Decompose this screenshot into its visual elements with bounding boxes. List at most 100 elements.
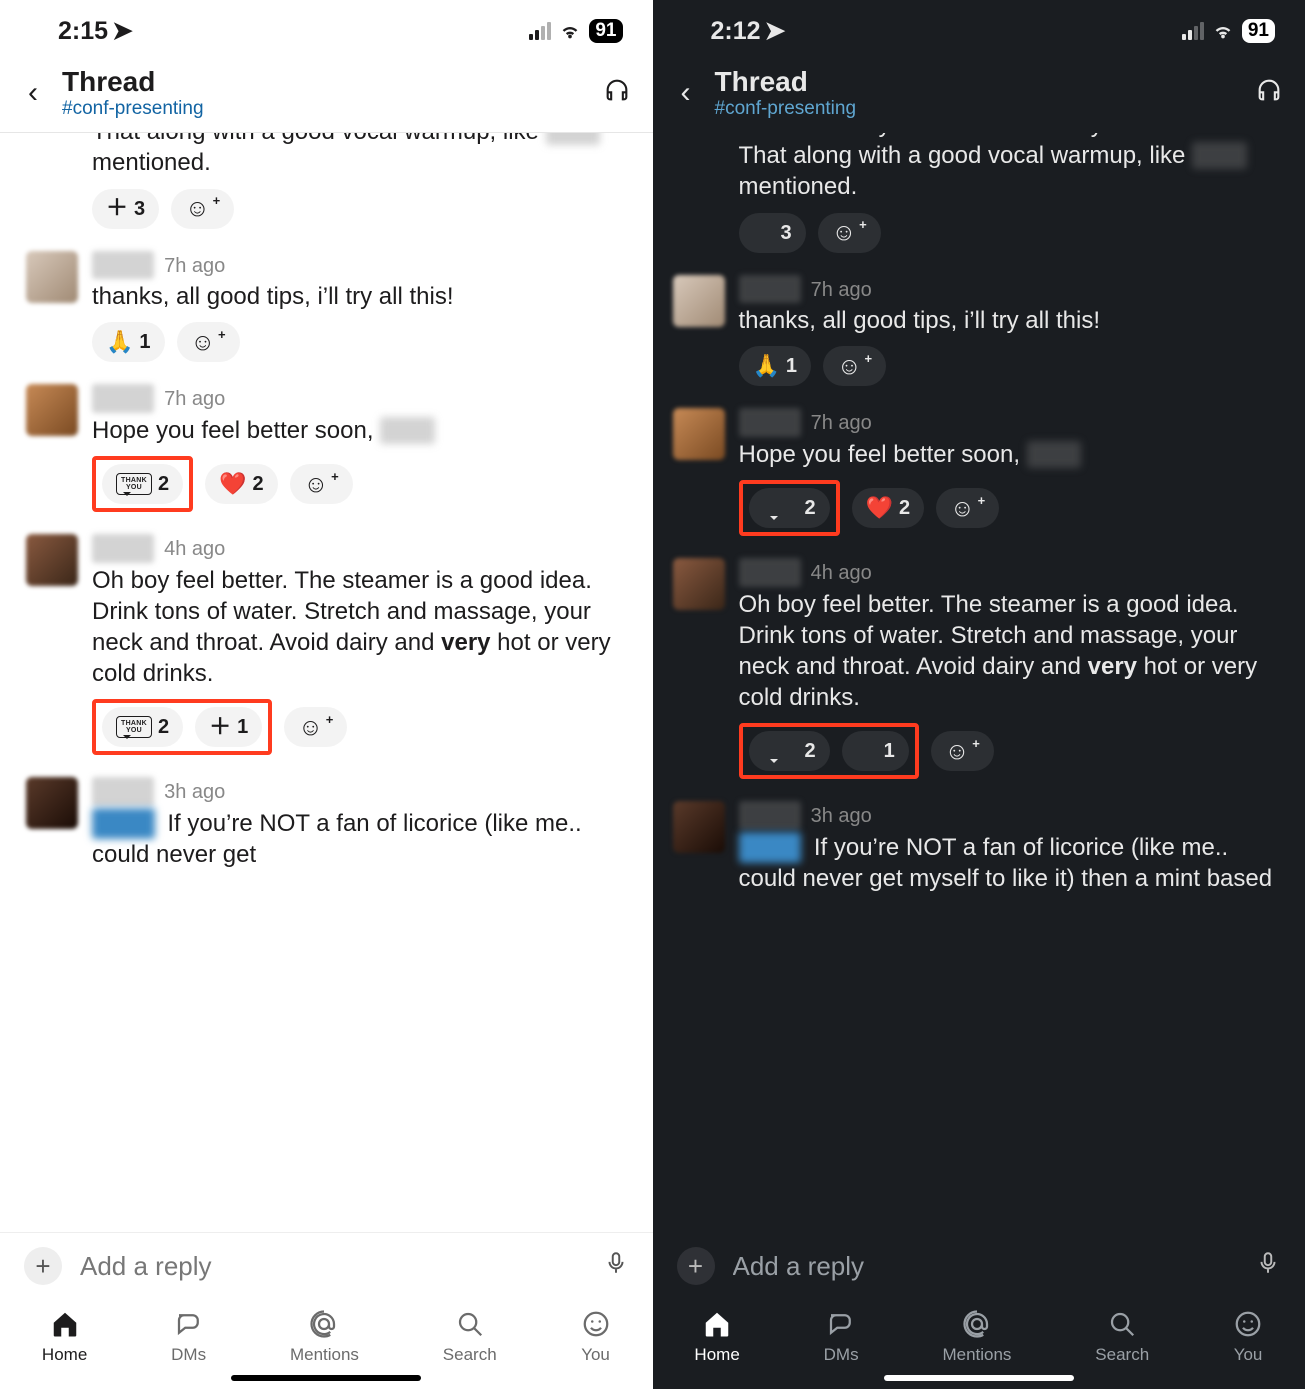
add-reaction-button[interactable]: ☺+ [171, 189, 234, 229]
attach-button[interactable]: + [24, 1247, 62, 1285]
reaction-plus[interactable]: ＋1 [842, 731, 909, 771]
tab-label: Mentions [290, 1345, 359, 1365]
reaction-emoji[interactable]: ❤️2 [852, 488, 925, 528]
reply-input[interactable] [733, 1251, 1238, 1282]
reactions-row: THANKYOU2 ＋1 ☺+ [92, 699, 633, 755]
tab-label: DMs [171, 1345, 206, 1365]
emoji-icon: ❤️ [866, 494, 893, 523]
reaction-plus[interactable]: ＋3 [739, 213, 806, 253]
thread-header: ‹ Thread #conf-presenting [653, 62, 1305, 133]
add-reaction-button[interactable]: ☺+ [931, 731, 994, 771]
message: .7h agothanks, all good tips, i’ll try a… [0, 241, 653, 375]
reply-input[interactable] [80, 1251, 585, 1282]
tab-mentions[interactable]: Mentions [290, 1307, 359, 1365]
username[interactable]: . [739, 558, 801, 587]
back-button[interactable]: ‹ [22, 74, 44, 112]
avatar[interactable] [26, 384, 78, 436]
reaction-emoji[interactable]: 🙏1 [739, 346, 812, 386]
tab-you[interactable]: You [581, 1307, 611, 1365]
message: .4h agoOh boy feel better. The steamer i… [653, 548, 1305, 791]
search-icon [1107, 1307, 1137, 1341]
huddle-button[interactable] [603, 76, 631, 111]
tab-home[interactable]: Home [42, 1307, 87, 1365]
tab-home[interactable]: Home [694, 1307, 739, 1365]
tab-search[interactable]: Search [1095, 1307, 1149, 1365]
channel-link[interactable]: #conf-presenting [62, 98, 585, 120]
reaction-emoji[interactable]: ❤️2 [205, 464, 278, 504]
avatar[interactable] [26, 534, 78, 586]
timestamp: 7h ago [164, 253, 225, 279]
tab-you[interactable]: You [1233, 1307, 1263, 1365]
smile-icon: ☺ [185, 193, 210, 224]
plus-icon: ＋ [209, 713, 231, 742]
mention-chip[interactable]: . [739, 832, 802, 863]
tab-mentions[interactable]: Mentions [942, 1307, 1011, 1365]
username[interactable]: . [739, 275, 801, 304]
reactions-row: THANKYOU2 ❤️2 ☺+ [92, 456, 633, 512]
mention-chip[interactable]: . [92, 808, 155, 839]
avatar[interactable] [673, 275, 725, 327]
you-icon [1233, 1307, 1263, 1341]
message-text: Hope you feel better soon, . [739, 439, 1286, 470]
tab-search[interactable]: Search [443, 1307, 497, 1365]
tab-dms[interactable]: DMs [824, 1307, 859, 1365]
add-reaction-button[interactable]: ☺+ [823, 346, 886, 386]
status-bar: 2:12➤ 91 [653, 0, 1305, 62]
reaction-plus[interactable]: ＋1 [195, 707, 262, 747]
reaction-emoji[interactable]: 🙏1 [92, 322, 165, 362]
avatar[interactable] [26, 251, 78, 303]
add-reaction-button[interactable]: ☺+ [936, 488, 999, 528]
mic-button[interactable] [603, 1250, 629, 1283]
timestamp: 7h ago [811, 410, 872, 436]
reaction-thank-you[interactable]: THANKYOU2 [102, 707, 183, 747]
home-icon [50, 1307, 80, 1341]
username[interactable]: . [92, 384, 154, 413]
username[interactable]: . [92, 251, 154, 280]
tab-label: DMs [824, 1345, 859, 1365]
redacted-text: . [1027, 441, 1082, 468]
message: . 3h ago . If you’re NOT a fan of licorice… [0, 767, 653, 874]
username[interactable]: . [739, 408, 801, 437]
attach-button[interactable]: + [677, 1247, 715, 1285]
message-list[interactable]: a ton of honey when I blew out my voice … [0, 133, 653, 1232]
username[interactable]: . [92, 534, 154, 563]
you-icon [581, 1307, 611, 1341]
mic-button[interactable] [1255, 1250, 1281, 1283]
avatar[interactable] [673, 558, 725, 610]
huddle-button[interactable] [1255, 76, 1283, 111]
add-reaction-button[interactable]: ☺+ [177, 322, 240, 362]
timestamp: 7h ago [811, 277, 872, 303]
message-text: . If you’re NOT a fan of licorice (like … [92, 808, 633, 870]
reaction-thank-you[interactable]: THANKYOU2 [749, 488, 830, 528]
tab-dms[interactable]: DMs [171, 1307, 206, 1365]
cellular-icon [1182, 22, 1204, 40]
reaction-plus[interactable]: ＋3 [92, 189, 159, 229]
back-button[interactable]: ‹ [675, 74, 697, 112]
highlight-box: THANKYOU2 [92, 456, 193, 512]
avatar[interactable] [673, 408, 725, 460]
username[interactable]: . [92, 777, 154, 806]
message: a ton of honey when I blew out my voice … [653, 133, 1305, 265]
dms-icon [174, 1307, 204, 1341]
reply-bar: + [0, 1232, 653, 1299]
channel-link[interactable]: #conf-presenting [715, 98, 1238, 120]
reaction-thank-you[interactable]: THANKYOU2 [749, 731, 830, 771]
add-reaction-button[interactable]: ☺+ [818, 213, 881, 253]
avatar[interactable] [26, 777, 78, 829]
message: a ton of honey when I blew out my voice … [0, 133, 653, 241]
username[interactable]: . [739, 801, 801, 830]
page-title: Thread [715, 66, 1238, 98]
reply-bar: + [653, 1233, 1305, 1299]
thank-you-icon: THANKYOU [116, 473, 152, 495]
reaction-count: 1 [786, 353, 797, 379]
timestamp: 7h ago [164, 386, 225, 412]
add-reaction-button[interactable]: ☺+ [284, 707, 347, 747]
emoji-icon: 🙏 [753, 352, 780, 381]
message-list[interactable]: a ton of honey when I blew out my voice … [653, 133, 1305, 1233]
avatar[interactable] [673, 801, 725, 853]
reaction-thank-you[interactable]: THANKYOU2 [102, 464, 183, 504]
thank-you-icon: THANKYOU [116, 716, 152, 738]
message-text: a ton of honey when I blew out my voice … [739, 133, 1286, 203]
timestamp: 3h ago [164, 779, 225, 805]
add-reaction-button[interactable]: ☺+ [290, 464, 353, 504]
